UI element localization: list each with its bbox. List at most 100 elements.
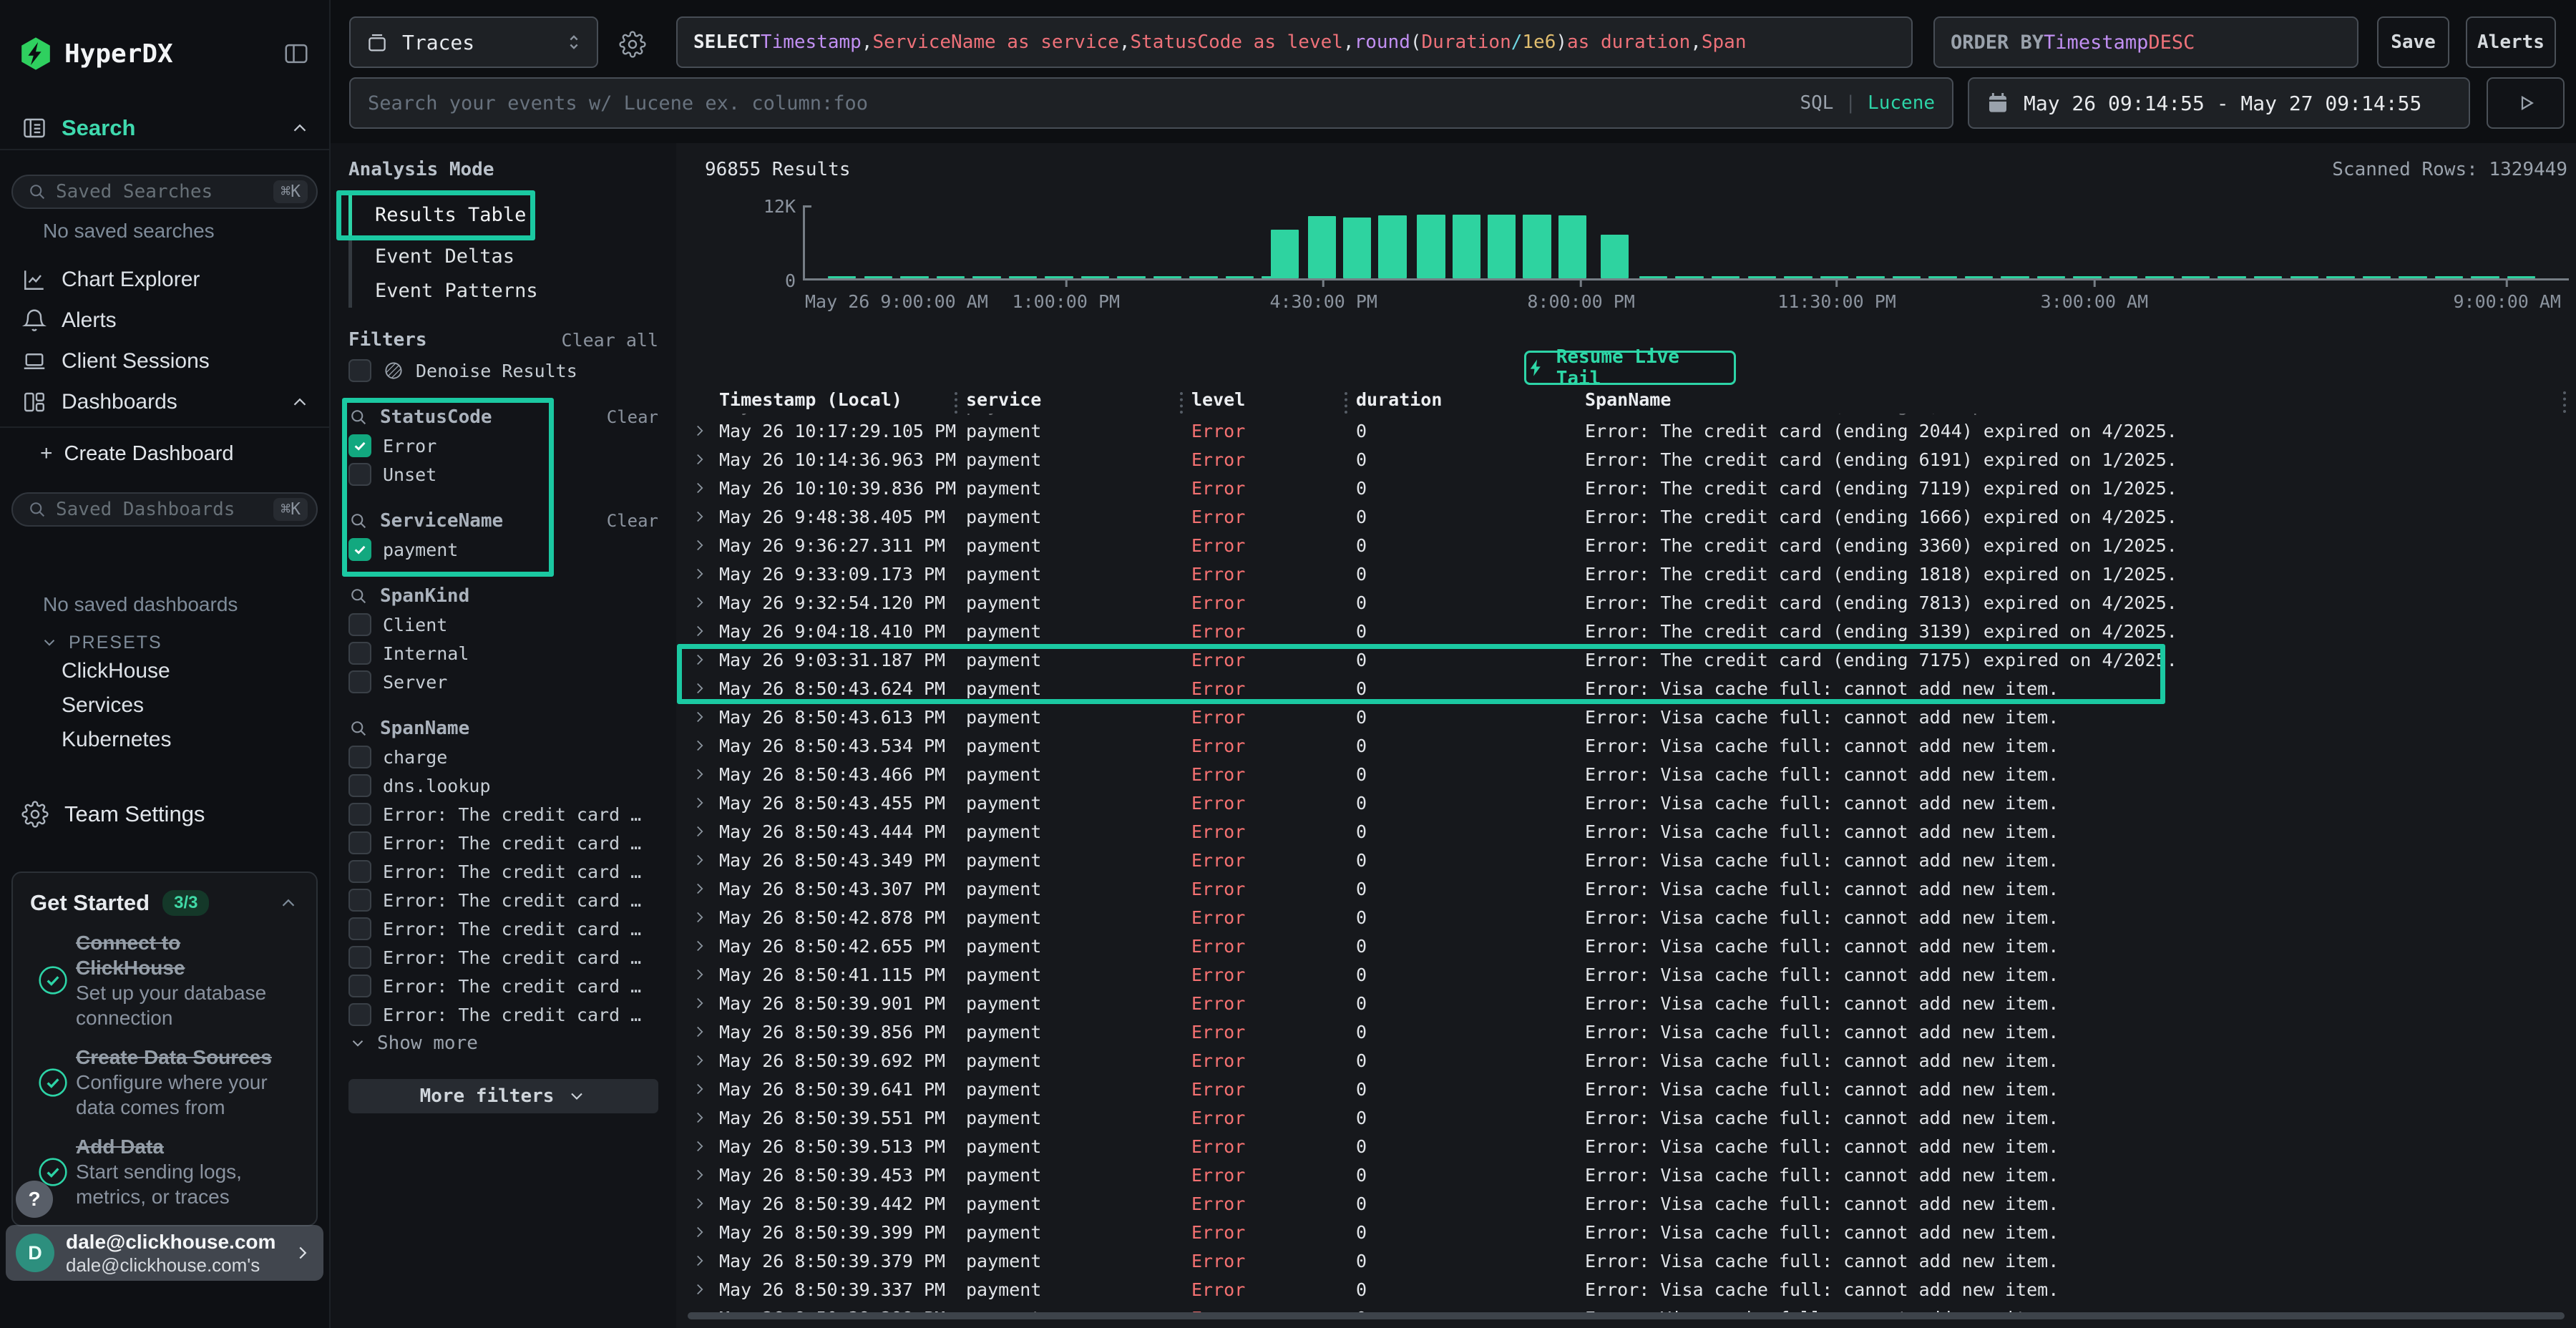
analysis-mode-option[interactable]: Event Patterns bbox=[348, 273, 658, 308]
expand-row-icon[interactable] bbox=[691, 1051, 709, 1070]
histogram-bar[interactable] bbox=[1523, 215, 1551, 278]
expand-row-icon[interactable] bbox=[691, 421, 709, 440]
histogram-bar-small[interactable] bbox=[2001, 276, 2029, 278]
histogram-bar-small[interactable] bbox=[2363, 276, 2391, 278]
clear-all-filters-button[interactable]: Clear all bbox=[562, 330, 658, 351]
table-row[interactable]: May 26 9:48:38.405 PMpaymentError0Error:… bbox=[676, 502, 2576, 531]
expand-row-icon[interactable] bbox=[691, 650, 709, 669]
expand-row-icon[interactable] bbox=[691, 565, 709, 583]
expand-row-icon[interactable] bbox=[691, 879, 709, 898]
histogram-bar-small[interactable] bbox=[1117, 276, 1145, 278]
checkbox-unchecked[interactable] bbox=[348, 917, 371, 940]
expand-row-icon[interactable] bbox=[691, 937, 709, 955]
filter-option[interactable]: Error: The credit card … bbox=[348, 829, 658, 857]
preset-item-kubernetes[interactable]: Kubernetes bbox=[0, 723, 329, 757]
histogram-bar[interactable] bbox=[1453, 215, 1480, 278]
order-by-editor[interactable]: ORDER BY Timestamp DESC bbox=[1933, 16, 2358, 68]
table-row[interactable]: May 26 9:03:31.187 PMpaymentError0Error:… bbox=[676, 645, 2576, 674]
checkbox-unchecked[interactable] bbox=[348, 803, 371, 826]
expand-row-icon[interactable] bbox=[691, 994, 709, 1012]
filter-option[interactable]: Server bbox=[348, 668, 658, 696]
table-row[interactable]: May 26 8:50:43.307 PMpaymentError0Error:… bbox=[676, 874, 2576, 903]
checkbox-unchecked[interactable] bbox=[348, 831, 371, 854]
histogram-bar-small[interactable] bbox=[1226, 276, 1254, 278]
column-header-service[interactable]: service bbox=[966, 389, 1191, 410]
filter-option[interactable]: Error: The credit card … bbox=[348, 800, 658, 829]
get-started-item-add-data[interactable]: Add Data Start sending logs, metrics, or… bbox=[30, 1134, 299, 1209]
table-row[interactable]: May 26 8:50:39.442 PMpaymentError0Error:… bbox=[676, 1189, 2576, 1218]
table-row[interactable]: May 26 8:50:39.692 PMpaymentError0Error:… bbox=[676, 1046, 2576, 1075]
histogram-plot[interactable]: May 26 9:00:00 AM1:00:00 PM4:30:00 PM8:0… bbox=[803, 205, 2569, 280]
filter-clear-button[interactable]: Clear bbox=[607, 511, 658, 531]
table-row[interactable]: May 26 8:50:42.655 PMpaymentError0Error:… bbox=[676, 932, 2576, 960]
search-input[interactable] bbox=[368, 92, 1800, 114]
more-filters-button[interactable]: More filters bbox=[348, 1079, 658, 1113]
language-sql-option[interactable]: SQL bbox=[1800, 92, 1833, 114]
column-header-spanname[interactable]: SpanName bbox=[1585, 389, 2576, 410]
expand-row-icon[interactable] bbox=[691, 450, 709, 469]
histogram-bar[interactable] bbox=[1343, 218, 1371, 278]
expand-row-icon[interactable] bbox=[691, 1080, 709, 1098]
checkbox-unchecked[interactable] bbox=[348, 889, 371, 912]
expand-row-icon[interactable] bbox=[691, 1108, 709, 1127]
table-row[interactable]: May 26 8:50:39.453 PMpaymentError0Error:… bbox=[676, 1161, 2576, 1189]
sidebar-item-client-sessions[interactable]: Client Sessions bbox=[0, 341, 329, 381]
expand-row-icon[interactable] bbox=[691, 822, 709, 841]
sql-select-editor[interactable]: SELECT Timestamp, ServiceName as service… bbox=[676, 16, 1913, 68]
user-account-button[interactable]: D dale@clickhouse.com dale@clickhouse.co… bbox=[6, 1225, 323, 1281]
presets-toggle[interactable]: PRESETS bbox=[0, 631, 329, 654]
sidebar-item-alerts[interactable]: Alerts bbox=[0, 300, 329, 341]
filter-option[interactable]: Client bbox=[348, 610, 658, 639]
expand-row-icon[interactable] bbox=[691, 479, 709, 497]
table-row[interactable]: May 26 8:50:43.455 PMpaymentError0Error:… bbox=[676, 788, 2576, 817]
table-row[interactable]: May 26 9:36:27.311 PMpaymentError0Error:… bbox=[676, 531, 2576, 560]
sidebar-item-dashboards[interactable]: Dashboards bbox=[0, 381, 329, 422]
histogram-bar[interactable] bbox=[1417, 215, 1445, 278]
histogram-bar-small[interactable] bbox=[2218, 276, 2245, 278]
denoise-results-option[interactable]: Denoise Results bbox=[348, 356, 658, 385]
analysis-mode-option[interactable]: Results Table bbox=[348, 190, 658, 239]
filter-option[interactable]: Internal bbox=[348, 639, 658, 668]
source-select[interactable]: Traces bbox=[349, 16, 598, 68]
table-row[interactable]: May 26 8:50:39.856 PMpaymentError0Error:… bbox=[676, 1017, 2576, 1046]
expand-row-icon[interactable] bbox=[691, 536, 709, 555]
save-button[interactable]: Save bbox=[2377, 16, 2449, 68]
histogram-bar-small[interactable] bbox=[1965, 276, 1993, 278]
checkbox-unchecked[interactable] bbox=[348, 746, 371, 768]
table-row[interactable]: May 26 8:50:39.337 PMpaymentError0Error:… bbox=[676, 1275, 2576, 1304]
table-row[interactable]: May 26 8:50:43.349 PMpaymentError0Error:… bbox=[676, 846, 2576, 874]
filter-clear-button[interactable]: Clear bbox=[607, 407, 658, 427]
checkbox-unchecked[interactable] bbox=[348, 1003, 371, 1026]
histogram-bar-small[interactable] bbox=[2145, 276, 2173, 278]
table-row[interactable]: May 26 9:04:18.410 PMpaymentError0Error:… bbox=[676, 617, 2576, 645]
checkbox-unchecked[interactable] bbox=[348, 642, 371, 665]
table-row[interactable]: May 26 10:17:29.105 PMpaymentError0Error… bbox=[676, 416, 2576, 445]
checkbox-checked[interactable] bbox=[348, 434, 371, 457]
alerts-button[interactable]: Alerts bbox=[2466, 16, 2556, 68]
histogram-bar[interactable] bbox=[1488, 215, 1516, 278]
checkbox-unchecked[interactable] bbox=[348, 463, 371, 486]
sidebar-item-team-settings[interactable]: Team Settings bbox=[0, 797, 329, 831]
get-started-item-sources[interactable]: Create Data Sources Configure where your… bbox=[30, 1045, 299, 1120]
histogram-bar-small[interactable] bbox=[1712, 276, 1740, 278]
expand-row-icon[interactable] bbox=[691, 1223, 709, 1241]
chevron-up-icon[interactable] bbox=[289, 117, 311, 139]
resume-live-tail-button[interactable]: Resume Live Tail bbox=[1524, 351, 1736, 385]
sidebar-item-search[interactable]: Search bbox=[0, 107, 329, 150]
filter-option[interactable]: Unset bbox=[348, 460, 658, 489]
table-row[interactable]: May 26 9:33:09.173 PMpaymentError0Error:… bbox=[676, 560, 2576, 588]
checkbox-unchecked[interactable] bbox=[348, 860, 371, 883]
source-settings-button[interactable] bbox=[617, 29, 648, 60]
create-dashboard-button[interactable]: + Create Dashboard bbox=[0, 438, 329, 469]
column-header-duration[interactable]: duration bbox=[1356, 389, 1585, 410]
table-row[interactable]: May 26 9:32:54.120 PMpaymentError0Error:… bbox=[676, 588, 2576, 617]
histogram-bar-small[interactable] bbox=[1189, 276, 1217, 278]
expand-row-icon[interactable] bbox=[691, 593, 709, 612]
table-row[interactable]: May 26 8:50:43.534 PMpaymentError0Error:… bbox=[676, 731, 2576, 760]
expand-row-icon[interactable] bbox=[691, 1137, 709, 1156]
checkbox-unchecked[interactable] bbox=[348, 975, 371, 997]
table-row[interactable]: May 26 8:50:39.551 PMpaymentError0Error:… bbox=[676, 1103, 2576, 1132]
sidebar-collapse-icon[interactable] bbox=[278, 35, 315, 72]
table-row[interactable]: May 26 8:50:41.115 PMpaymentError0Error:… bbox=[676, 960, 2576, 989]
table-row[interactable]: May 26 8:50:39.641 PMpaymentError0Error:… bbox=[676, 1075, 2576, 1103]
